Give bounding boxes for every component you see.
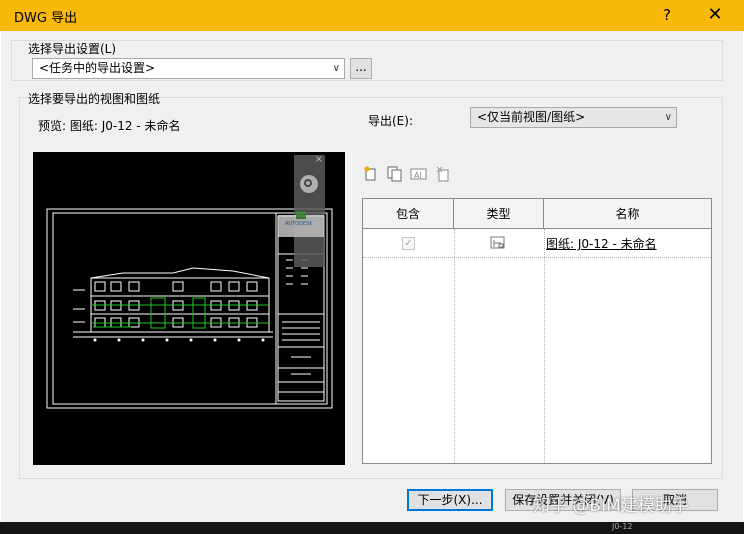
browse-settings-button[interactable]: ...: [350, 58, 372, 79]
views-group-label: 选择要导出的视图和图纸: [28, 92, 161, 106]
export-settings-label: 选择导出设置(L): [28, 42, 117, 56]
delete-glyph: [436, 166, 449, 182]
export-settings-value: <任务中的导出设置>: [39, 61, 156, 75]
rename-set-icon[interactable]: AI: [409, 166, 429, 184]
preview-tool-panel: × AUTODESK: [278, 154, 325, 267]
next-button[interactable]: 下一步(X)...: [407, 489, 493, 511]
table-row[interactable]: ✓ 图纸: J0-12 - 未命名: [363, 229, 711, 258]
export-settings-dropdown[interactable]: <任务中的导出设置> ∨: [32, 58, 345, 79]
sheet-preview[interactable]: × AUTODESK: [33, 152, 345, 465]
autodesk-logo: AUTODESK: [278, 211, 324, 237]
app-badge-icon: [296, 211, 306, 219]
column-name[interactable]: 名称: [544, 199, 711, 229]
column-divider: [454, 229, 455, 463]
export-scope-dropdown[interactable]: <仅当前视图/图纸> ∨: [470, 107, 677, 128]
sheet-table: 包含 类型 名称 ✓ 图纸: J0-12 - 未命名: [362, 198, 712, 464]
dwg-export-dialog: 选择导出设置(L) <任务中的导出设置> ∨ ... 选择要导出的视图和图纸 预…: [1, 31, 743, 534]
table-header: 包含 类型 名称: [363, 199, 711, 229]
panel-close-icon[interactable]: ×: [315, 154, 323, 165]
rename-glyph: AI: [410, 168, 427, 180]
chevron-down-icon: ∨: [664, 112, 672, 123]
export-label: 导出(E):: [368, 114, 413, 128]
duplicate-set-icon[interactable]: [385, 166, 405, 184]
preview-label: 预览: 图纸: J0-12 - 未命名: [38, 119, 181, 133]
window-title: DWG 导出: [14, 11, 78, 26]
duplicate-glyph: [387, 166, 402, 182]
include-checkbox[interactable]: ✓: [402, 237, 415, 250]
watermark: 知乎 @BIM建模助手: [533, 496, 689, 516]
column-divider: [544, 229, 545, 463]
column-type[interactable]: 类型: [454, 199, 544, 229]
close-button[interactable]: ✕: [700, 3, 730, 27]
svg-text:AI: AI: [414, 171, 422, 180]
zoom-icon[interactable]: [300, 175, 318, 193]
delete-set-icon[interactable]: [434, 166, 454, 184]
sheet-name: 图纸: J0-12 - 未命名: [546, 237, 657, 251]
sheet-icon: [490, 236, 505, 249]
chevron-down-icon: ∨: [332, 63, 340, 74]
background-strip: J0-12: [0, 522, 744, 534]
background-sheet-label: J0-12: [612, 522, 633, 531]
title-bar: DWG 导出 ? ✕: [0, 0, 744, 31]
export-scope-value: <仅当前视图/图纸>: [477, 110, 586, 124]
new-set-glyph: [364, 166, 376, 181]
new-set-icon[interactable]: [361, 166, 381, 184]
column-include[interactable]: 包含: [363, 199, 454, 229]
help-button[interactable]: ?: [652, 3, 682, 27]
